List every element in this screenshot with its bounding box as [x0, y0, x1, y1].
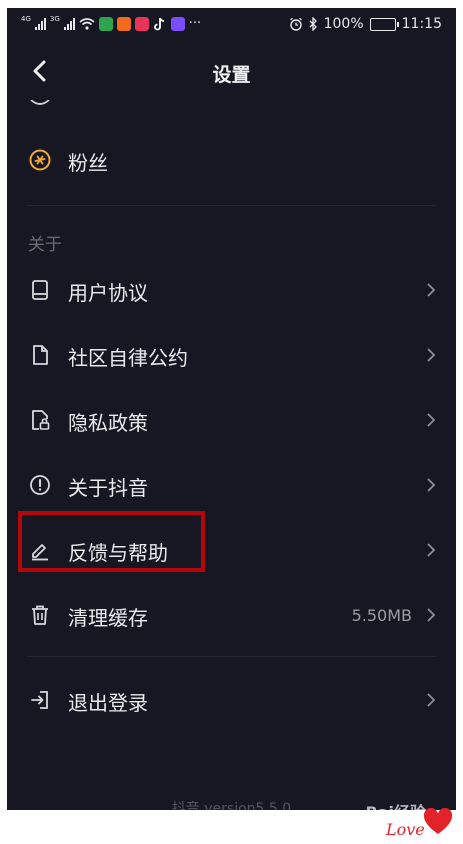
app-notification-icon-4 — [170, 16, 185, 31]
chevron-right-icon — [427, 413, 436, 427]
highlight-box — [18, 511, 205, 572]
battery-percent: 100% — [323, 16, 364, 32]
love-watermark: Love — [386, 820, 425, 839]
nav-bar: 设置 — [7, 44, 456, 100]
heart-icon — [423, 808, 453, 834]
privacy-policy-label: 隐私政策 — [68, 411, 148, 435]
section-header-about: 关于 — [28, 235, 62, 255]
logout-label: 退出登录 — [68, 691, 148, 715]
signal-icon — [34, 17, 46, 30]
tiktok-notification-icon — [153, 17, 164, 30]
chevron-right-icon — [427, 283, 436, 297]
trash-icon — [32, 605, 48, 625]
app-notification-icon-3 — [134, 16, 149, 31]
logout-icon — [31, 691, 48, 709]
alarm-icon — [289, 17, 302, 31]
status-bar: 4G 3G ··· 100% 11:15 — [7, 8, 456, 42]
chevron-right-icon — [427, 608, 436, 622]
book-icon — [32, 280, 48, 300]
clock: 11:15 — [401, 16, 442, 32]
app-notification-icon-1 — [98, 16, 113, 31]
wifi-icon — [79, 17, 95, 30]
settings-item-fans[interactable]: 粉丝 — [7, 134, 456, 186]
status-right: 100% 11:15 — [289, 16, 442, 32]
app-notification-icon-2 — [116, 16, 131, 31]
document-icon — [33, 345, 48, 365]
community-convention-label: 社区自律公约 — [68, 346, 188, 370]
about-douyin-label: 关于抖音 — [68, 476, 148, 500]
app-frame: 4G 3G ··· 100% 11:15 设置 粉丝 关于 用户协议 社区自律公… — [7, 8, 456, 810]
settings-item-clear-cache[interactable]: 清理缓存 5.50MB — [7, 589, 456, 641]
partial-item-icon — [30, 100, 50, 105]
chevron-right-icon — [427, 543, 436, 557]
bluetooth-icon — [309, 17, 317, 31]
section-divider — [27, 205, 436, 206]
clear-cache-label: 清理缓存 — [68, 606, 148, 630]
settings-item-user-agreement[interactable]: 用户协议 — [7, 264, 456, 316]
signal-icon-2 — [63, 17, 75, 30]
settings-item-privacy-policy[interactable]: 隐私政策 — [7, 394, 456, 446]
network-3g-label: 3G — [49, 15, 60, 23]
network-4g-label: 4G — [21, 15, 31, 23]
settings-item-about-douyin[interactable]: 关于抖音 — [7, 459, 456, 511]
status-left: 4G 3G ··· — [21, 15, 202, 32]
baidu-watermark: Bai经验 — [366, 799, 426, 810]
info-icon — [30, 475, 50, 495]
fans-icon — [29, 149, 51, 171]
fans-label: 粉丝 — [68, 151, 108, 175]
more-notifications-indicator: ··· — [188, 16, 202, 31]
settings-item-community-convention[interactable]: 社区自律公约 — [7, 329, 456, 381]
user-agreement-label: 用户协议 — [68, 281, 148, 305]
chevron-right-icon — [427, 348, 436, 362]
chevron-right-icon — [427, 693, 436, 707]
settings-item-logout[interactable]: 退出登录 — [7, 674, 456, 726]
battery-charging-icon — [369, 17, 399, 31]
page-title: 设置 — [212, 64, 251, 86]
section-divider — [27, 656, 436, 657]
lock-document-icon — [32, 410, 50, 430]
cache-size-value: 5.50MB — [351, 606, 412, 625]
chevron-right-icon — [427, 478, 436, 492]
